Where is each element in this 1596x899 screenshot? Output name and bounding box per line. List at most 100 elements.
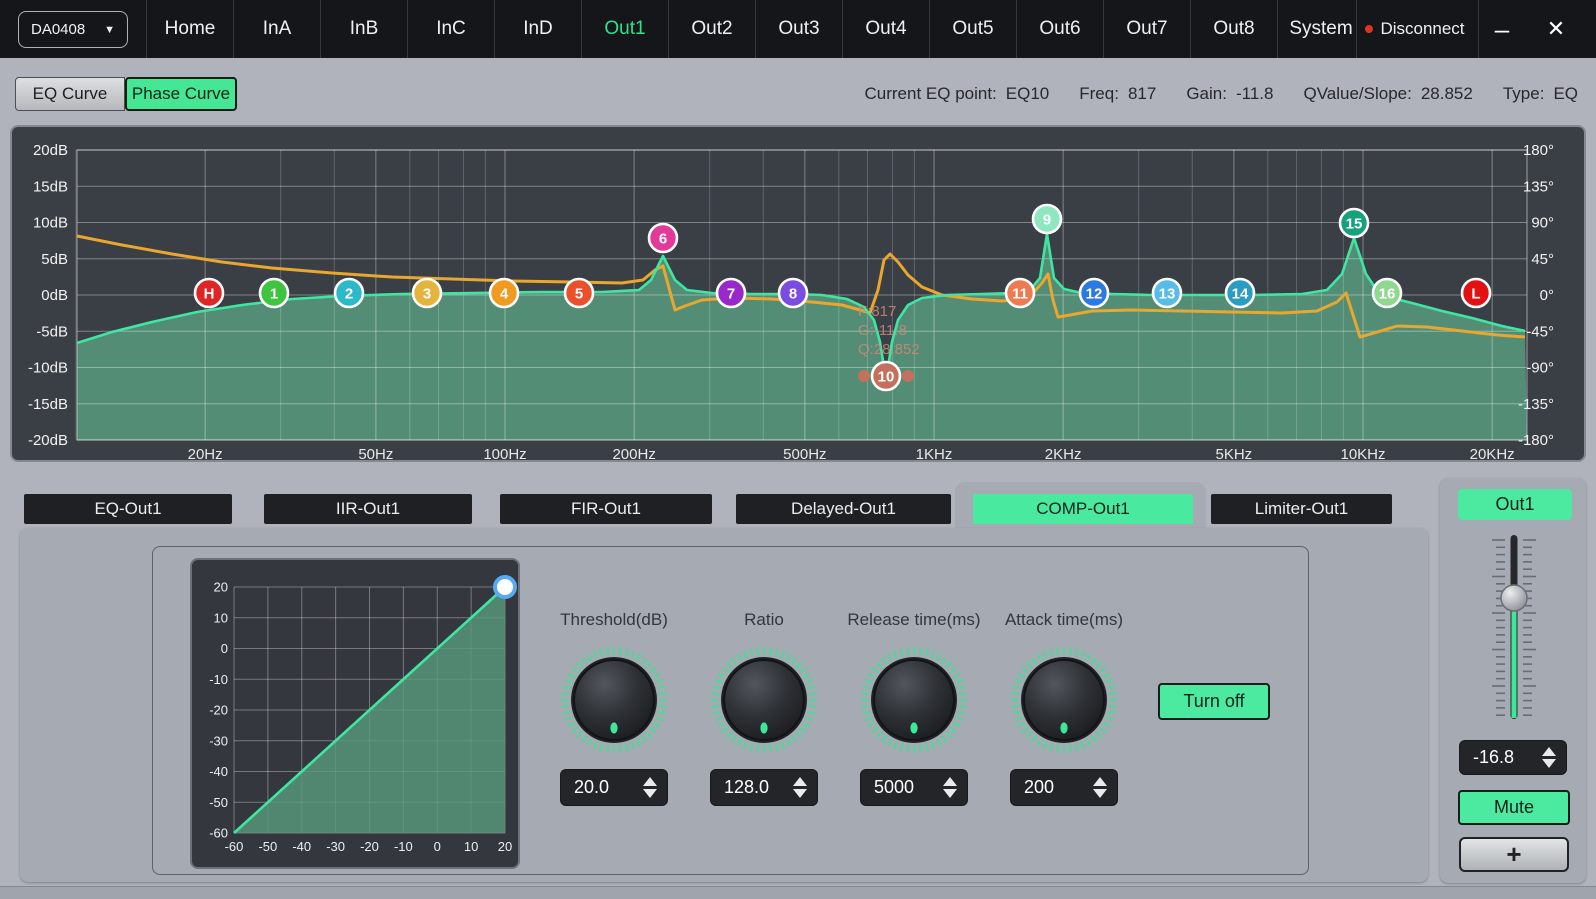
tab-fir-out1[interactable]: FIR-Out1 (500, 494, 712, 524)
nav-item-out2[interactable]: Out2 (668, 0, 755, 58)
nav-item-out1[interactable]: Out1 (581, 0, 668, 58)
step-down-icon[interactable] (643, 789, 657, 798)
channel-fader[interactable] (1484, 530, 1544, 726)
eq-point-marker-4[interactable]: 4 (490, 279, 518, 307)
nav-item-inc[interactable]: InC (407, 0, 494, 58)
threshold-knob[interactable] (559, 645, 669, 755)
nav-item-out7[interactable]: Out7 (1103, 0, 1190, 58)
eq-curve-button[interactable]: EQ Curve (15, 77, 125, 111)
tab-comp-out1[interactable]: COMP-Out1 (973, 494, 1193, 524)
eq-point-tooltip: G:-11.8 (858, 322, 907, 339)
ratio-knob[interactable] (709, 645, 819, 755)
tab-eq-out1[interactable]: EQ-Out1 (24, 494, 232, 524)
release-time-value: 5000 (874, 777, 943, 798)
eq-point-marker-H[interactable]: H (195, 279, 223, 307)
phase-axis-label: -180° (1518, 432, 1554, 449)
eq-point-marker-15[interactable]: 15 (1340, 209, 1368, 237)
qvalue-value: 28.852 (1421, 84, 1473, 104)
phase-curve-button[interactable]: Phase Curve (125, 77, 237, 111)
eq-point-marker-L[interactable]: L (1462, 279, 1490, 307)
mute-button[interactable]: Mute (1458, 790, 1570, 825)
eq-point-marker-8[interactable]: 8 (779, 279, 807, 307)
eq-frequency-response-graph[interactable]: 20dB15dB10dB5dB0dB-5dB-10dB-15dB-20dB180… (10, 125, 1586, 462)
eq-point-marker-3[interactable]: 3 (413, 279, 441, 307)
minimize-icon: – (1495, 14, 1509, 45)
channel-name-button[interactable]: Out1 (1458, 489, 1572, 520)
eq-point-marker-13[interactable]: 13 (1153, 279, 1181, 307)
ratio-input[interactable]: 128.0 (710, 769, 818, 806)
chevron-down-icon: ▼ (104, 24, 115, 36)
compressor-transfer-graph[interactable]: 20100-10-20-30-40-50-60-60-50-40-30-20-1… (190, 558, 520, 869)
nav-item-home[interactable]: Home (146, 0, 233, 58)
release-time-input[interactable]: 5000 (860, 769, 968, 806)
channel-gain-stepper[interactable] (1542, 747, 1556, 768)
eq-point-marker-2[interactable]: 2 (335, 279, 363, 307)
step-up-icon[interactable] (1542, 747, 1556, 756)
eq-point-info: Current EQ point:EQ10 Freq:817 Gain:-11.… (865, 77, 1579, 111)
threshold-input[interactable]: 20.0 (560, 769, 668, 806)
release-time-knob[interactable] (859, 645, 969, 755)
nav-item-out5[interactable]: Out5 (929, 0, 1016, 58)
nav-item-ina[interactable]: InA (233, 0, 320, 58)
eq-point-marker-9[interactable]: 9 (1033, 205, 1061, 233)
eq-point-marker-12[interactable]: 12 (1080, 279, 1108, 307)
close-button[interactable]: ✕ (1528, 0, 1584, 58)
comp-y-label: -30 (209, 733, 228, 748)
db-axis-label: 15dB (33, 178, 68, 195)
threshold-stepper[interactable] (643, 777, 657, 798)
eq-point-tooltip: Q:28.852 (858, 341, 920, 358)
disconnect-button[interactable]: Disconnect (1356, 0, 1473, 58)
eq-point-marker-5[interactable]: 5 (565, 279, 593, 307)
eq-point-marker-1[interactable]: 1 (260, 279, 288, 307)
device-selector[interactable]: DA0408 ▼ (18, 11, 128, 48)
svg-text:13: 13 (1159, 286, 1176, 303)
titlebar: DA0408 ▼ HomeInAInBInCInDOut1Out2Out3Out… (0, 0, 1596, 58)
step-down-icon[interactable] (943, 789, 957, 798)
eq-point-marker-11[interactable]: 11 (1006, 279, 1034, 307)
nav-item-inb[interactable]: InB (320, 0, 407, 58)
compressor-curve-handle[interactable] (495, 577, 515, 597)
step-up-icon[interactable] (943, 777, 957, 786)
step-down-icon[interactable] (1093, 789, 1107, 798)
eq-point-marker-14[interactable]: 14 (1226, 279, 1254, 307)
fader-handle[interactable] (1501, 585, 1527, 611)
comp-x-label: -10 (394, 839, 413, 854)
step-up-icon[interactable] (643, 777, 657, 786)
nav-item-out8[interactable]: Out8 (1190, 0, 1277, 58)
freq-axis-label: 500Hz (783, 446, 826, 460)
freq-axis-label: 5KHz (1216, 446, 1253, 460)
disconnect-label: Disconnect (1380, 19, 1464, 39)
step-down-icon[interactable] (1542, 759, 1556, 768)
comp-x-label: 20 (498, 839, 512, 854)
nav-item-out6[interactable]: Out6 (1016, 0, 1103, 58)
nav-item-system[interactable]: System (1277, 0, 1364, 58)
release-time-stepper[interactable] (943, 777, 957, 798)
attack-time-knob[interactable] (1009, 645, 1119, 755)
eq-point-marker-16[interactable]: 16 (1373, 279, 1401, 307)
add-channel-button[interactable]: + (1459, 837, 1569, 872)
nav-item-out3[interactable]: Out3 (755, 0, 842, 58)
nav-item-ind[interactable]: InD (494, 0, 581, 58)
comp-turn-off-button[interactable]: Turn off (1158, 683, 1270, 720)
phase-axis-label: -45° (1526, 323, 1554, 340)
svg-text:11: 11 (1012, 286, 1028, 303)
minimize-button[interactable]: – (1478, 0, 1525, 58)
step-up-icon[interactable] (1093, 777, 1107, 786)
step-down-icon[interactable] (793, 789, 807, 798)
attack-time-input[interactable]: 200 (1010, 769, 1118, 806)
freq-axis-label: 50Hz (358, 446, 393, 460)
nav-item-out4[interactable]: Out4 (842, 0, 929, 58)
channel-gain-input[interactable]: -16.8 (1459, 740, 1567, 775)
eq-point-marker-7[interactable]: 7 (717, 279, 745, 307)
tab-delayed-out1[interactable]: Delayed-Out1 (736, 494, 951, 524)
attack-time-stepper[interactable] (1093, 777, 1107, 798)
window-bottom-edge (0, 886, 1596, 899)
step-up-icon[interactable] (793, 777, 807, 786)
eq-point-marker-6[interactable]: 6 (649, 224, 677, 252)
freq-axis-label: 20Hz (188, 446, 223, 460)
tab-limiter-out1[interactable]: Limiter-Out1 (1211, 494, 1392, 524)
tab-iir-out1[interactable]: IIR-Out1 (264, 494, 472, 524)
comp-y-label: 0 (221, 641, 228, 656)
phase-axis-label: 135° (1523, 178, 1554, 195)
ratio-stepper[interactable] (793, 777, 807, 798)
